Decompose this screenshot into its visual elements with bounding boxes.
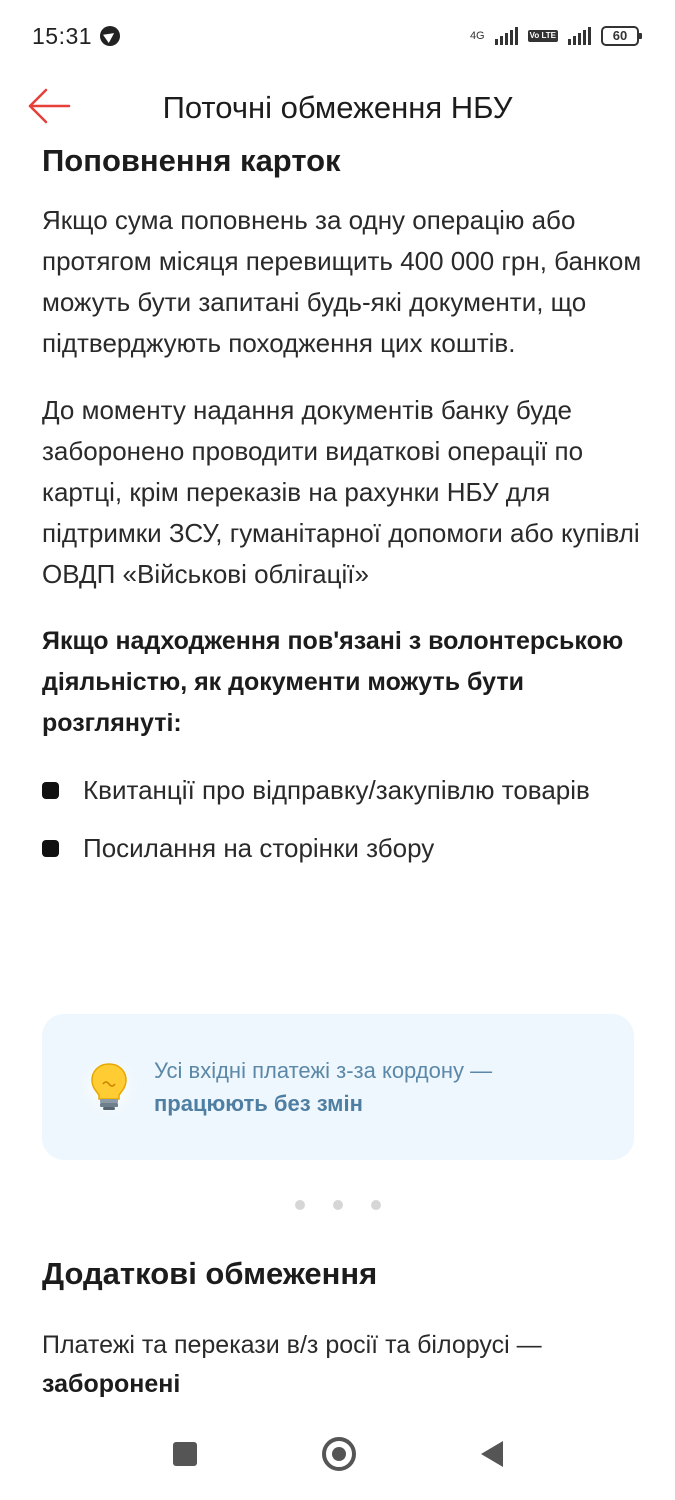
list-item: Квитанції про відправку/закупівлю товарі… <box>42 770 642 810</box>
recent-apps-icon[interactable] <box>172 1442 197 1466</box>
paragraph-restrictions: До моменту надання документів банку буде… <box>42 395 640 589</box>
info-card-bold: працюють без змін <box>154 1091 363 1116</box>
main-content: Поповнення карток Якщо сума поповнень за… <box>42 140 642 886</box>
section-heading-card-topup: Поповнення карток <box>42 143 341 178</box>
additional-restrictions-section: Додаткові обмеження Платежі та перекази … <box>42 1252 642 1404</box>
screen: 15:31 4G Vo LTE 60 Поточні обмеження НБУ… <box>0 0 675 1500</box>
system-navigation-bar <box>0 1428 675 1500</box>
pager-dot[interactable] <box>332 1200 343 1210</box>
volunteer-documents-heading: Якщо надходження пов'язані з волонтерськ… <box>42 627 624 737</box>
clock: 15:31 <box>32 22 93 49</box>
battery-icon: 60 <box>601 26 642 46</box>
pager-dot[interactable] <box>370 1200 381 1210</box>
list-item: Посилання на сторінки збору <box>42 828 642 868</box>
navigation-notification-icon <box>100 26 121 46</box>
restrictions-bold: заборонені <box>42 1370 181 1398</box>
network-type-label: 4G <box>469 30 485 42</box>
home-icon[interactable] <box>321 1437 356 1471</box>
signal-strength-icon <box>494 27 518 45</box>
additional-restrictions-text: Платежі та перекази в/з росії та білорус… <box>42 1326 642 1404</box>
back-triangle-icon[interactable] <box>480 1441 503 1467</box>
lightbulb-svg <box>91 1063 127 1110</box>
lightbulb-icon <box>80 1058 138 1116</box>
paragraph-limit: Якщо сума поповнень за одну операцію або… <box>42 205 642 358</box>
bullet-icon <box>42 782 59 799</box>
app-header: Поточні обмеження НБУ <box>0 72 675 144</box>
status-right: 4G Vo LTE 60 <box>469 26 642 46</box>
status-left: 15:31 <box>32 22 121 50</box>
pager-dot[interactable] <box>294 1200 305 1210</box>
info-card-line: Усі вхідні платежі з-за кордону — <box>154 1058 493 1083</box>
list-item-text: Квитанції про відправку/закупівлю товарі… <box>83 775 590 805</box>
documents-list: Квитанції про відправку/закупівлю товарі… <box>42 770 642 868</box>
list-item-text: Посилання на сторінки збору <box>83 833 435 863</box>
bullet-icon <box>42 840 59 857</box>
restrictions-line: Платежі та перекази в/з росії та білорус… <box>42 1331 542 1359</box>
volte-icon: Vo LTE <box>527 30 558 42</box>
page-title: Поточні обмеження НБУ <box>162 90 513 125</box>
carousel-pager <box>0 1200 675 1210</box>
back-button[interactable] <box>26 86 72 126</box>
signal-strength-2-icon <box>568 27 591 45</box>
arrow-left-icon <box>28 88 71 124</box>
status-bar: 15:31 4G Vo LTE 60 <box>0 0 675 72</box>
info-card[interactable]: Усі вхідні платежі з-за кордону — працюю… <box>42 1014 634 1160</box>
section-heading-additional: Додаткові обмеження <box>42 1256 378 1291</box>
info-card-text: Усі вхідні платежі з-за кордону — працюю… <box>154 1054 492 1120</box>
